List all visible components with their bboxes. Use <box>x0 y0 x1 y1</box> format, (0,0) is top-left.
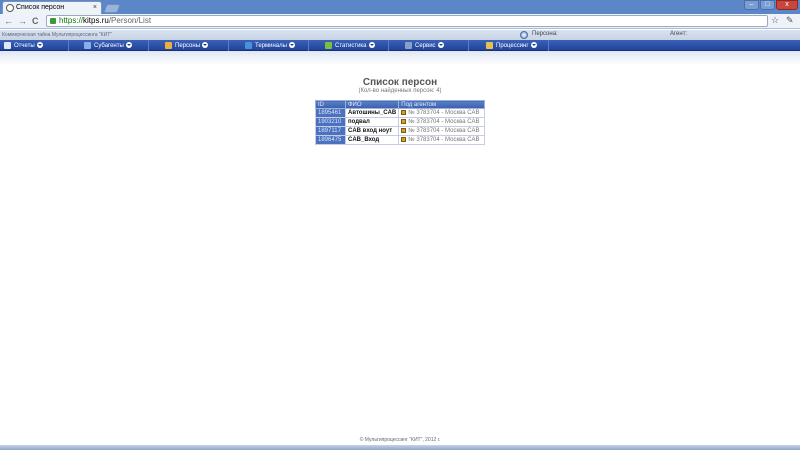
minimize-button[interactable]: – <box>744 0 759 10</box>
person-agent: № 3783704 - Москва CAB <box>398 108 485 118</box>
back-button[interactable]: ← <box>4 16 13 26</box>
agent-icon <box>401 136 407 142</box>
url-host: kitps.ru <box>83 16 109 25</box>
maximize-button[interactable]: □ <box>760 0 775 10</box>
statistics-icon <box>325 42 332 49</box>
url-path: /Person/List <box>108 16 152 25</box>
table-row: 1903210 подвал № 3783704 - Москва CAB <box>315 117 485 127</box>
page-title: Список персон <box>362 77 438 88</box>
wrench-icon[interactable]: ✎ <box>786 15 794 26</box>
menu-item-persons[interactable]: Персоны <box>165 41 209 50</box>
dropdown-arrow-icon <box>36 42 43 48</box>
globe-icon <box>6 4 14 12</box>
menu-gradient <box>0 51 800 65</box>
menu-item-service[interactable]: Сервис <box>405 41 444 50</box>
browser-toolbar: ← → C https://kitps.ru/Person/List ☆ ✎ <box>0 14 800 29</box>
footer-copyright: © Мультипроцессинг "КИТ", 2012 г. <box>359 437 441 443</box>
person-agent: № 3783704 - Москва CAB <box>398 117 485 127</box>
dropdown-arrow-icon <box>288 42 295 48</box>
address-bar[interactable]: https://kitps.ru/Person/List <box>46 15 768 27</box>
service-icon <box>405 42 412 49</box>
terminals-icon <box>245 42 252 49</box>
menu-divider <box>148 40 149 51</box>
person-id-link[interactable]: 1895461 <box>315 108 346 118</box>
current-agent-label: Агент: <box>670 31 688 37</box>
persons-icon <box>165 42 172 49</box>
person-id-link[interactable]: 1897117 <box>315 126 346 136</box>
site-header: Коммерческая тайна Мультипроцессинга "КИ… <box>0 30 800 40</box>
agent-text: № 3783704 - Москва CAB <box>408 137 480 144</box>
agent-icon <box>401 127 407 133</box>
table-row: 1895461 Автошины_CAB № 3783704 - Москва … <box>315 108 485 118</box>
persons-table: ID ФИО Под агентом 1895461 Автошины_CAB … <box>315 100 485 145</box>
dropdown-arrow-icon <box>368 42 375 48</box>
tab-title: Список персон <box>16 4 65 11</box>
menu-item-label: Персоны <box>175 43 201 49</box>
menu-divider <box>308 40 309 51</box>
result-count: (Кол-во найденных персон: 4) <box>358 88 442 94</box>
processing-icon <box>486 42 493 49</box>
menu-divider <box>388 40 389 51</box>
person-name: CAB вход ноут <box>344 126 400 136</box>
person-name: Автошины_CAB <box>344 108 400 118</box>
current-person-label: Персона: <box>532 31 558 37</box>
table-row: 1897117 CAB вход ноут № 3783704 - Москва… <box>315 126 485 136</box>
site-tagline: Коммерческая тайна Мультипроцессинга "КИ… <box>2 32 113 38</box>
reports-icon <box>4 42 11 49</box>
forward-button[interactable]: → <box>18 16 27 26</box>
browser-tab[interactable]: Список персон × <box>2 1 102 14</box>
menu-divider <box>68 40 69 51</box>
dropdown-arrow-icon <box>530 42 537 48</box>
person-id-link[interactable]: 1896475 <box>315 135 346 145</box>
menu-item-terminals[interactable]: Терминалы <box>245 41 295 50</box>
lock-icon <box>50 18 56 24</box>
agent-text: № 3783704 - Москва CAB <box>408 110 480 117</box>
url-scheme: https:// <box>59 16 84 25</box>
column-header-id[interactable]: ID <box>315 100 346 109</box>
menu-item-subagents[interactable]: Субагенты <box>84 41 132 50</box>
subagents-icon <box>84 42 91 49</box>
dropdown-arrow-icon <box>125 42 132 48</box>
menu-item-label: Терминалы <box>255 43 287 49</box>
tab-close-icon[interactable]: × <box>93 2 97 14</box>
agent-text: № 3783704 - Москва CAB <box>408 119 480 126</box>
menu-item-statistics[interactable]: Статистика <box>325 41 375 50</box>
footer-bar <box>0 445 800 450</box>
dropdown-arrow-icon <box>202 42 209 48</box>
menu-item-label: Сервис <box>415 43 436 49</box>
menu-item-processing[interactable]: Процессинг <box>486 41 537 50</box>
close-window-button[interactable]: x <box>776 0 798 10</box>
menu-divider <box>468 40 469 51</box>
bookmark-star-icon[interactable]: ☆ <box>771 15 779 26</box>
person-id-link[interactable]: 1903210 <box>315 117 346 127</box>
menu-divider <box>548 40 549 51</box>
menu-item-label: Отчеты <box>14 43 35 49</box>
person-agent: № 3783704 - Москва CAB <box>398 135 485 145</box>
agent-icon <box>401 109 407 115</box>
person-agent: № 3783704 - Москва CAB <box>398 126 485 136</box>
table-header-row: ID ФИО Под агентом <box>315 100 485 109</box>
agent-text: № 3783704 - Москва CAB <box>408 128 480 135</box>
reload-button[interactable]: C <box>32 16 39 26</box>
menu-item-label: Статистика <box>335 43 367 49</box>
window-controls: – □ x <box>744 0 798 10</box>
agent-icon <box>401 118 407 124</box>
menu-item-reports[interactable]: Отчеты <box>4 41 43 50</box>
column-header-name[interactable]: ФИО <box>344 100 400 109</box>
new-tab-button[interactable] <box>103 4 121 13</box>
column-header-agent[interactable]: Под агентом <box>398 100 485 109</box>
person-name: подвал <box>344 117 400 127</box>
person-globe-icon <box>520 31 528 39</box>
dropdown-arrow-icon <box>437 42 444 48</box>
menu-divider <box>228 40 229 51</box>
person-name: CAB_Вход <box>344 135 400 145</box>
table-row: 1896475 CAB_Вход № 3783704 - Москва CAB <box>315 135 485 145</box>
main-menu: Отчеты Субагенты Персоны Терминалы Стати… <box>0 40 800 51</box>
browser-tabstrip: Список персон × – □ x <box>0 0 800 14</box>
menu-item-label: Процессинг <box>496 43 529 49</box>
menu-item-label: Субагенты <box>94 43 124 49</box>
